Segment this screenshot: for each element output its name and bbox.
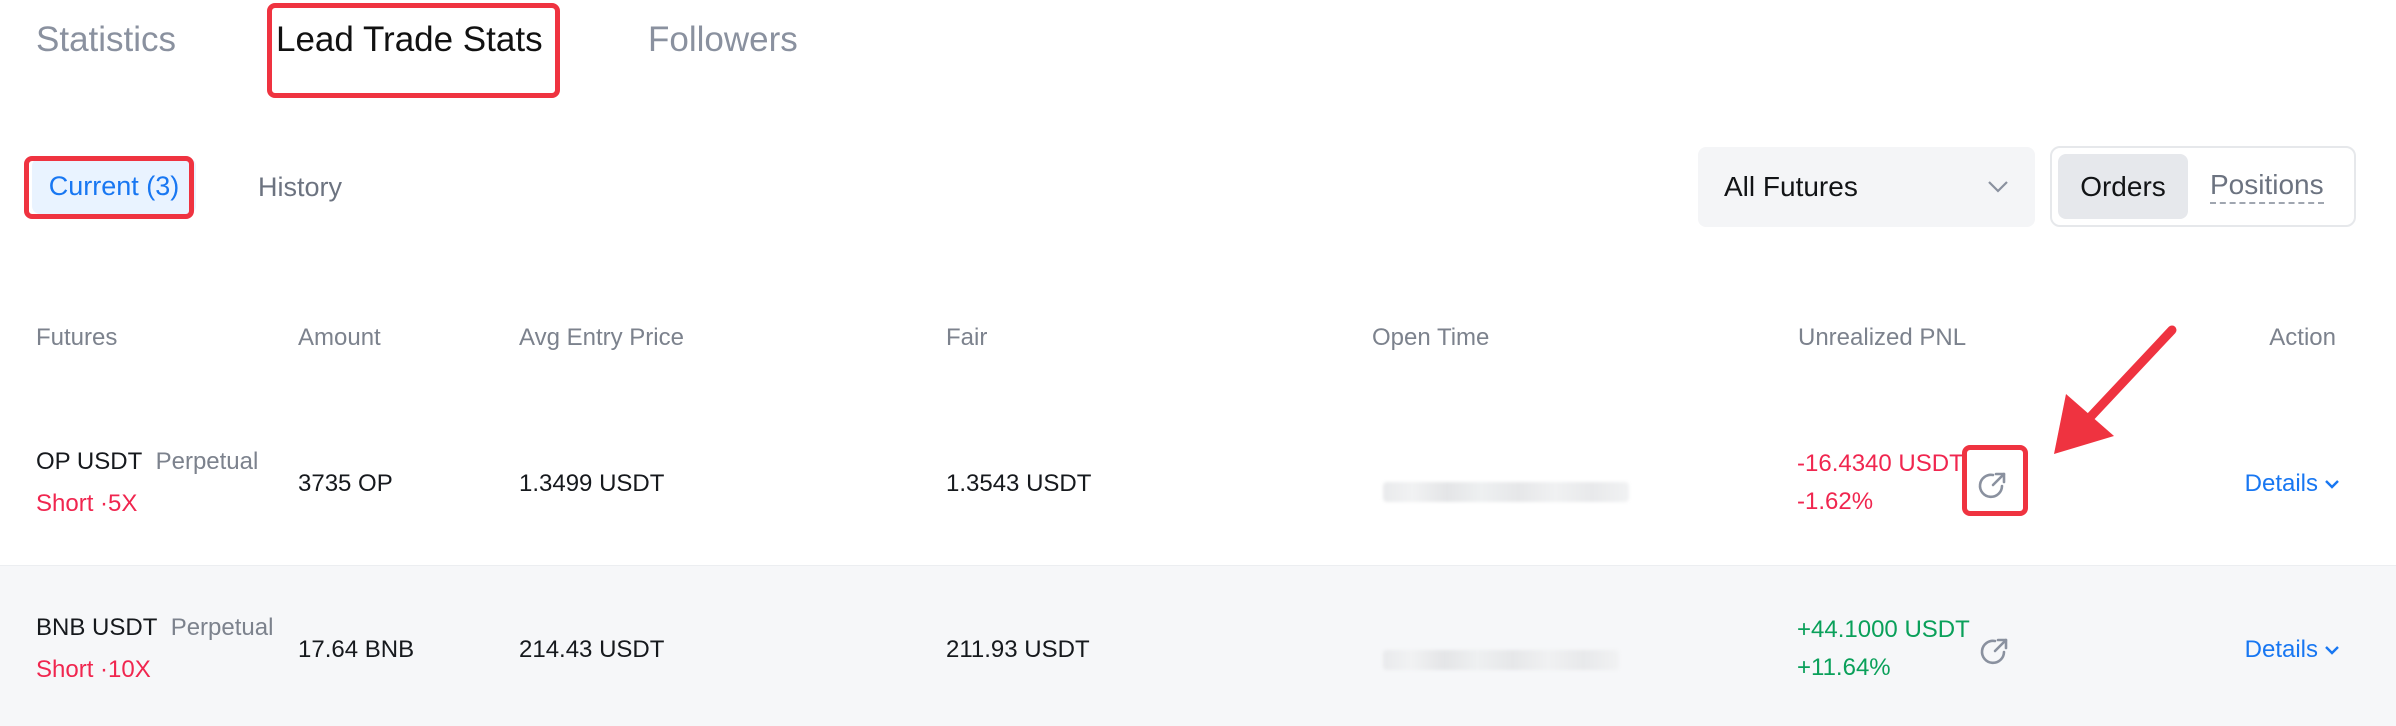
futures-filter-select[interactable]: All Futures [1698,147,2035,227]
chevron-down-icon [2325,646,2339,655]
row-amount: 3735 OP [298,470,393,497]
row-fair: 211.93 USDT [946,636,1090,663]
tab-lead-trade-stats[interactable]: Lead Trade Stats [276,20,543,60]
subtab-current[interactable]: Current (3) [32,158,196,214]
subtab-history[interactable]: History [258,172,342,203]
row-amount: 17.64 BNB [298,636,415,663]
header-amount: Amount [298,324,381,351]
table-row: OP USDT Perpetual Short ·5X 3735 OP 1.34… [0,420,2396,560]
details-button[interactable]: Details [2245,470,2340,498]
header-avg-entry-price: Avg Entry Price [519,324,684,351]
position-side: Short ·10X [36,656,151,683]
header-futures: Futures [36,324,118,351]
header-fair: Fair [946,324,988,351]
row-pair: BNB USDT Perpetual [36,614,273,642]
chevron-down-icon [2325,480,2339,489]
pnl-value: +44.1000 USDT [1797,616,1970,643]
contract-type: Perpetual [170,614,274,641]
contract-type: Perpetual [155,448,259,475]
header-open-time: Open Time [1372,324,1490,351]
chevron-down-icon [1988,181,2008,193]
pair-name: OP USDT [36,448,143,475]
pnl-percent: -1.62% [1797,488,1874,515]
header-action: Action [2269,324,2336,351]
details-label: Details [2244,636,2318,663]
pair-name: BNB USDT [36,614,158,641]
toggle-positions[interactable]: Positions [2210,169,2324,204]
tab-statistics[interactable]: Statistics [36,20,176,60]
futures-filter-value: All Futures [1724,171,1858,202]
toggle-orders[interactable]: Orders [2058,154,2188,219]
annotation-arrow-icon [2054,325,2177,454]
details-button[interactable]: Details [2245,636,2340,664]
tab-followers[interactable]: Followers [648,20,798,60]
view-toggle: Orders Positions [2050,146,2356,227]
open-time-redacted [1383,650,1619,670]
row-pair: OP USDT Perpetual [36,448,258,476]
row-avg-entry-price: 214.43 USDT [519,636,665,663]
position-side: Short ·5X [36,490,138,517]
pnl-value: -16.4340 USDT [1797,450,1964,477]
share-icon[interactable] [1976,468,2010,502]
details-label: Details [2244,470,2318,497]
pnl-percent: +11.64% [1797,654,1891,681]
table-row: BNB USDT Perpetual Short ·10X 17.64 BNB … [0,566,2396,726]
row-fair: 1.3543 USDT [946,470,1092,497]
share-icon[interactable] [1978,634,2012,668]
row-avg-entry-price: 1.3499 USDT [519,470,665,497]
open-time-redacted [1383,482,1629,502]
header-unrealized-pnl: Unrealized PNL [1798,324,1967,351]
